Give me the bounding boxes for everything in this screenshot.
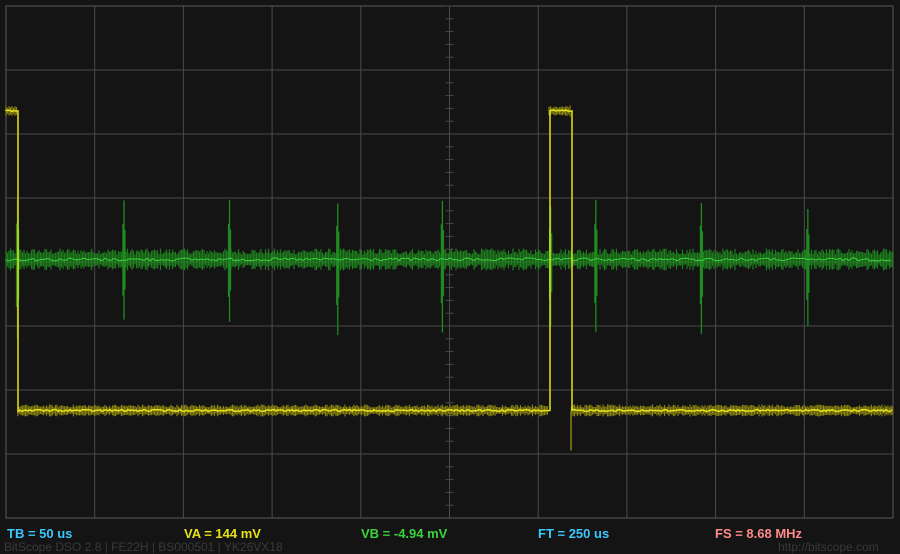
timebase-readout: TB = 50 us bbox=[7, 526, 73, 541]
channel-a-voltage-readout: VA = 144 mV bbox=[184, 526, 261, 541]
sample-rate-readout: FS = 8.68 MHz bbox=[715, 526, 803, 541]
device-info-text: BitScope DSO 2.8 | FE22H | BS000501 | YK… bbox=[4, 540, 283, 554]
website-link[interactable]: http://bitscope.com bbox=[778, 540, 879, 554]
oscilloscope-display bbox=[0, 0, 900, 554]
frame-time-readout: FT = 250 us bbox=[538, 526, 610, 541]
channel-b-voltage-readout: VB = -4.94 mV bbox=[361, 526, 448, 541]
